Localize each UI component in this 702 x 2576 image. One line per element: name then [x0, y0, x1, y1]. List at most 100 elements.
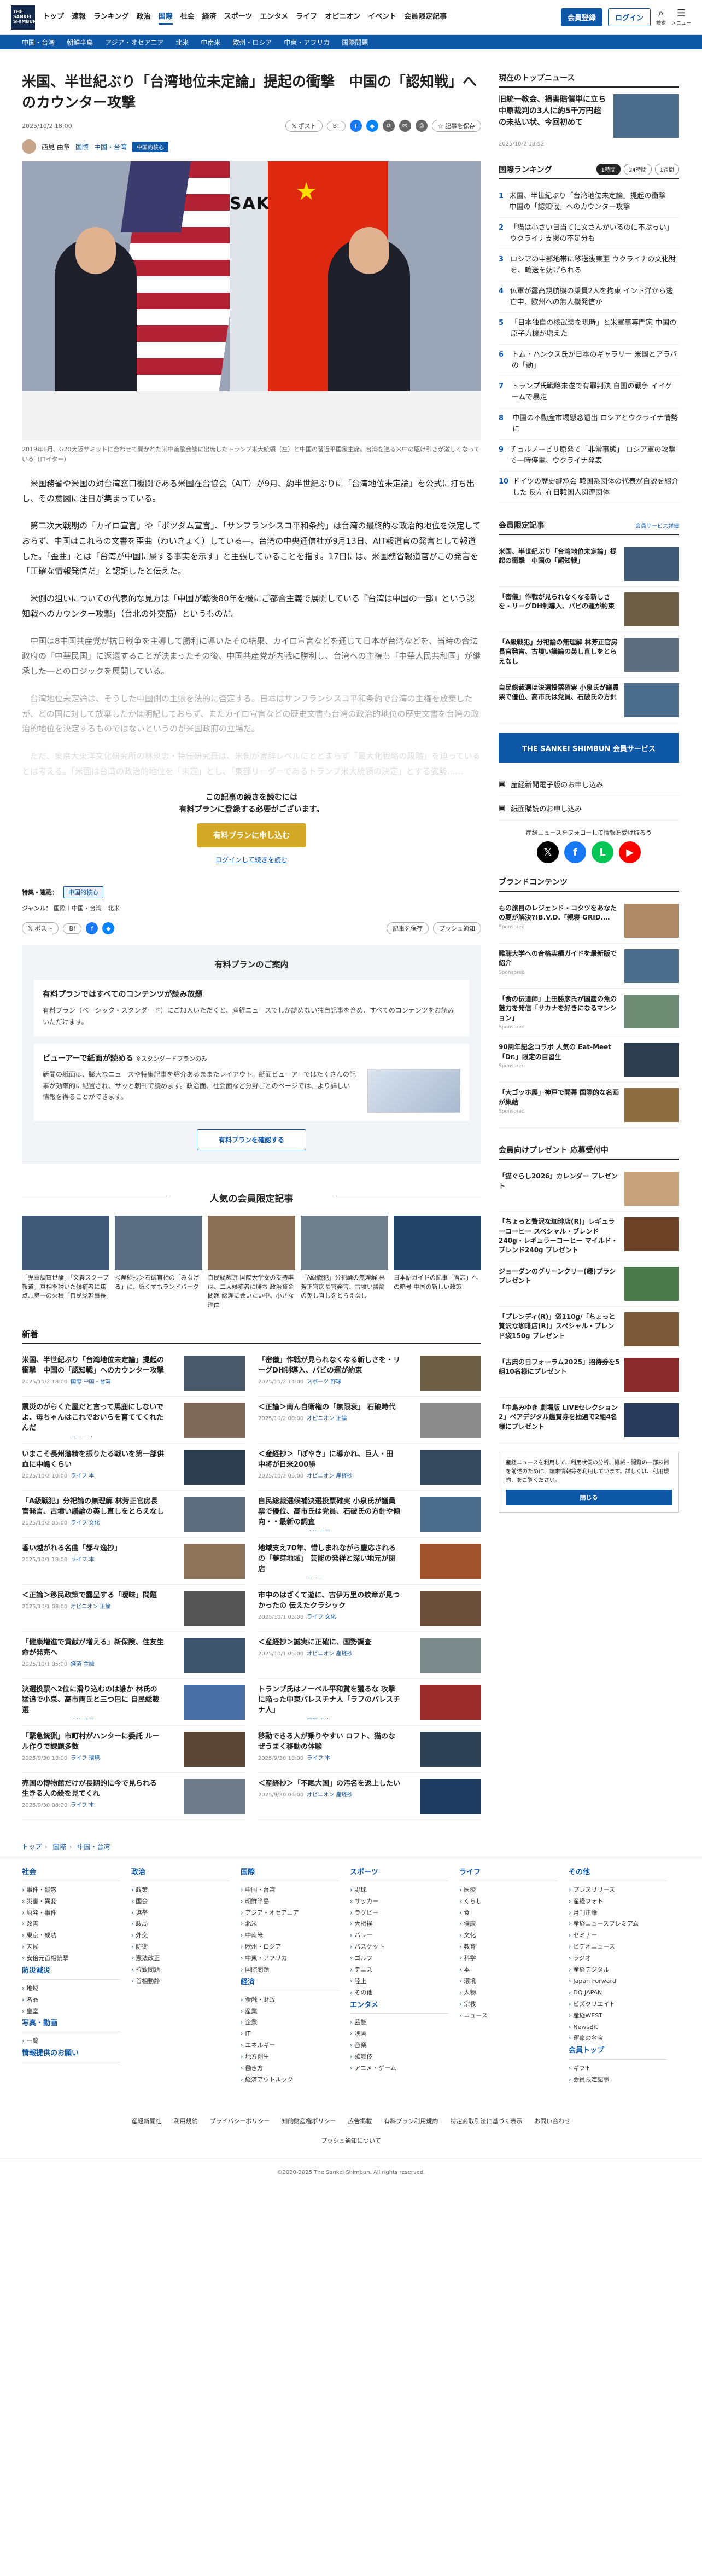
footer-link[interactable]: 国会 [131, 1896, 241, 1908]
x-icon[interactable]: 𝕏 [537, 841, 559, 863]
nav-item-active[interactable]: 国際 [158, 10, 173, 25]
footer-column-title[interactable]: 社会 [22, 1866, 120, 1881]
footer-link[interactable]: 人物 [459, 1987, 569, 1999]
footer-link[interactable]: 産業 [241, 2006, 350, 2017]
news-item[interactable]: ＜正論＞南ん自衛権の「無限衰」 石破時代 2025/10/2 08:00 オピニオン… [258, 1397, 481, 1444]
news-item[interactable]: 決選投票へ2位に滑り込むのは誰か 林氏の猛追で小泉、高市両氏と三つ巴に 自民総裁… [22, 1679, 245, 1726]
news-item[interactable]: 「A級戦犯」分祀論の無理解 林芳正官房長官発言、古墳い議論の英し直しをとらえなし… [22, 1491, 245, 1538]
footer-link[interactable]: 医療 [459, 1885, 569, 1896]
news-item[interactable]: ＜産経抄＞「不眠大国」の汚名を返上したい 2025/9/30 05:00 オピニオン… [258, 1773, 481, 1821]
footer-link[interactable]: 健康 [459, 1918, 569, 1930]
footer-link[interactable]: 月刊正論 [569, 1908, 678, 1919]
news-category[interactable]: ライフ 文化 [307, 1614, 336, 1620]
news-item[interactable]: 「緊急銃猟」市町村がハンターに委託 ルール作りで課題多数 2025/9/30 18… [22, 1726, 245, 1773]
nav-item[interactable]: 社会 [180, 10, 195, 25]
ranking-tab-1h[interactable]: 1時間 [596, 164, 621, 175]
footer-link[interactable]: 科学 [459, 1953, 569, 1964]
member-service-banner[interactable]: THE SANKEI SHIMBUN 会員サービス [499, 733, 679, 763]
news-category[interactable]: ライフ 本 [307, 1755, 330, 1761]
feature-tag[interactable]: 中国的核心 [63, 886, 103, 899]
footer-link[interactable]: 知的財産権ポリシー [282, 2116, 336, 2125]
news-item[interactable]: 地域支え70年、惜しまれながら慶応されるの「夢芽地域」 芸能の発祥と深い地元が閉… [258, 1538, 481, 1585]
news-category[interactable]: 経済 金融 [71, 1661, 94, 1667]
footer-link[interactable]: アジア・オセアニア [241, 1908, 350, 1919]
subcategory-link[interactable]: 中国・台湾 [94, 142, 127, 152]
share-hatena-button[interactable]: B! [326, 120, 346, 131]
footer-link[interactable]: ビデオニュース [569, 1941, 678, 1953]
news-item[interactable]: 香い越がれる名曲「都々逸抄」 2025/10/1 18:00 ライフ 本 [22, 1538, 245, 1585]
footer-link[interactable]: 産経新聞社 [132, 2116, 162, 2125]
footer-column-title[interactable]: 政治 [131, 1866, 230, 1881]
present-item[interactable]: 「猫ぐらし2026」カレンダー プレゼント [499, 1166, 679, 1212]
footer-link[interactable]: バスケット [350, 1941, 459, 1953]
footer-link[interactable]: 食 [459, 1908, 569, 1919]
brand-content[interactable]: 「大ゴッホ展」神戸で開幕 国際的な名画が集結 Sponsored [499, 1083, 679, 1129]
present-item[interactable]: 「中島みゆき 劇場版 LIVEセレクション2」ペアデジタル鑑賞券を抽選で2組4名… [499, 1398, 679, 1443]
news-category[interactable]: オピニオン 産経抄 [307, 1792, 352, 1798]
nav-item[interactable]: ライフ [296, 10, 317, 25]
ranking-item[interactable]: 8 中国の不動産市場懸念退出 ロシアとウクライナ情勢に [499, 408, 679, 440]
footer-link[interactable]: ビズクリエイト [569, 1999, 678, 2010]
footer-link[interactable]: 産経フォト [569, 1896, 678, 1908]
footer-link[interactable]: 安倍元首相銃撃 [22, 1953, 131, 1964]
news-item[interactable]: ＜産経抄＞「ぽやき」に導かれ、巨人・田中将が日米200勝 2025/10/2 05… [258, 1444, 481, 1491]
popular-item[interactable]: 「A級戦犯」分祀論の無理解 林芳正官房長官発言、古墳い議論の英し直しをとらえなし [301, 1216, 388, 1310]
subnav-item[interactable]: 中東・アフリカ [284, 38, 330, 47]
footer-link[interactable]: 首相動静 [131, 1976, 241, 1987]
subnav-item[interactable]: 欧州・ロシア [232, 38, 272, 47]
present-item[interactable]: ジョーダンのグリーンクリー(緑)プラシ プレゼント [499, 1261, 679, 1307]
author-name[interactable]: 西見 由章 [42, 142, 70, 152]
ranking-item[interactable]: 5 「日本独自の核武装を現時」と米軍事専門家 中国の原子力機が増えた [499, 313, 679, 345]
news-item[interactable]: ＜正論＞移民政策で露呈する「曖昧」問題 2025/10/1 08:00 オピニオン … [22, 1585, 245, 1632]
news-category[interactable]: ライフ 文化 [71, 1520, 100, 1526]
footer-link[interactable]: バレー [350, 1930, 459, 1941]
member-article[interactable]: 「A級戦犯」分祀論の無理解 林芳正官房長官発言、古墳い議論の英し直しをとらえなし [499, 632, 679, 678]
news-item[interactable]: 自民総裁選候補決選投票確実 小泉氏が議員票で優位、高市氏は党員、石破氏の方針や傾… [258, 1491, 481, 1538]
footer-column-title[interactable]: 情報提供のお願い [22, 2047, 120, 2062]
footer-link[interactable]: セミナー [569, 1930, 678, 1941]
member-article[interactable]: 米国、半世紀ぶり「台湾地位未定論」提起の衝撃 中国の「認知戦」 [499, 542, 679, 587]
subnav-item[interactable]: 北米 [176, 38, 189, 47]
footer-link[interactable]: サッカー [350, 1896, 459, 1908]
nav-item[interactable]: 会員限定記事 [404, 10, 447, 25]
footer-link[interactable]: テニス [350, 1964, 459, 1976]
footer-link[interactable]: 特定商取引法に基づく表示 [450, 2116, 522, 2125]
ranking-item[interactable]: 4 仏軍が露高規航機の乗員2人を拘束 インド洋から逃亡中、欧州への無人機発信か [499, 281, 679, 313]
footer-column-title[interactable]: その他 [569, 1866, 667, 1881]
brand-content[interactable]: 90周年記念コラボ 人気の Eat-Meet「Dr.」限定の自習生 Sponsor… [499, 1037, 679, 1083]
nav-item[interactable]: トップ [43, 10, 64, 25]
genre-values[interactable]: 国際｜中国・台湾 北米 [54, 905, 120, 912]
footer-link[interactable]: Japan Forward [569, 1976, 678, 1987]
subnav-item[interactable]: 中国・台湾 [22, 38, 55, 47]
ranking-tab-1w[interactable]: 1週間 [654, 164, 679, 175]
news-item[interactable]: いまこそ長州藩精を振りたる戦いを第一部供血に中嶋くらい 2025/10/2 10:… [22, 1444, 245, 1491]
footer-link[interactable]: 大相撲 [350, 1918, 459, 1930]
footer-link[interactable]: 文化 [459, 1930, 569, 1941]
digital-subscription-link[interactable]: ▣ 産経新聞電子版のお申し込み [499, 772, 679, 796]
news-category[interactable]: オピニオン 産経抄 [307, 1473, 352, 1479]
footer-link[interactable]: 本 [459, 1964, 569, 1976]
footer-column-title[interactable]: スポーツ [350, 1866, 448, 1881]
brand-content[interactable]: もの旅目のレジェンド・コタツをあなたの夏が解決?!B.V.D.「親寝 GRID.… [499, 898, 679, 944]
footer-link[interactable]: プレスリリース [569, 1885, 678, 1896]
news-category[interactable]: オピニオン 産経抄 [307, 1651, 352, 1657]
subscribe-button[interactable]: 有料プランに申し込む [197, 823, 306, 848]
popular-item[interactable]: ＜産経抄＞石破首相の「みなげる」に、紙くずもランドパーク [115, 1216, 202, 1310]
brand-content[interactable]: 難聴大学への合格実績ガイドを最新版で紹介 Sponsored [499, 944, 679, 989]
footer-link[interactable]: 原発・事件 [22, 1908, 131, 1919]
footer-link[interactable]: 事件・疑惑 [22, 1885, 131, 1896]
save-article-button[interactable]: ☆ 記事を保存 [431, 120, 481, 132]
ranking-item[interactable]: 7 トランプ氏戦略未遂で有罪判決 自国の戦争 イイゲームで暴走 [499, 376, 679, 408]
footer-link[interactable]: ラジオ [569, 1953, 678, 1964]
footer-link[interactable]: 北米 [241, 1918, 350, 1930]
member-article[interactable]: 「密儀」作戦が見られなくなる新しさを・リーグDH制導入、パビの運が約束 [499, 587, 679, 632]
news-category[interactable]: ライフ 環境 [71, 1755, 100, 1761]
ranking-item[interactable]: 9 チョルノービリ原発で「非常事態」 ロシア軍の攻撃で一時停電、ウクライナ発表 [499, 440, 679, 472]
footer-column-title[interactable]: 会員トップ [569, 2044, 667, 2060]
nav-item[interactable]: 経済 [202, 10, 217, 25]
menu-button[interactable]: ☰ メニュー [671, 8, 691, 27]
news-item[interactable]: 「密儀」作戦が見られなくなる新しさを・リーグDH制導入、パビの運が約束 2025/… [258, 1350, 481, 1397]
youtube-icon[interactable]: ▶ [619, 841, 641, 863]
popular-item[interactable]: 日本語ガイドの記事「習志」への暗号 中国の新しい政策 [394, 1216, 481, 1310]
footer-link[interactable]: ラグビー [350, 1908, 459, 1919]
